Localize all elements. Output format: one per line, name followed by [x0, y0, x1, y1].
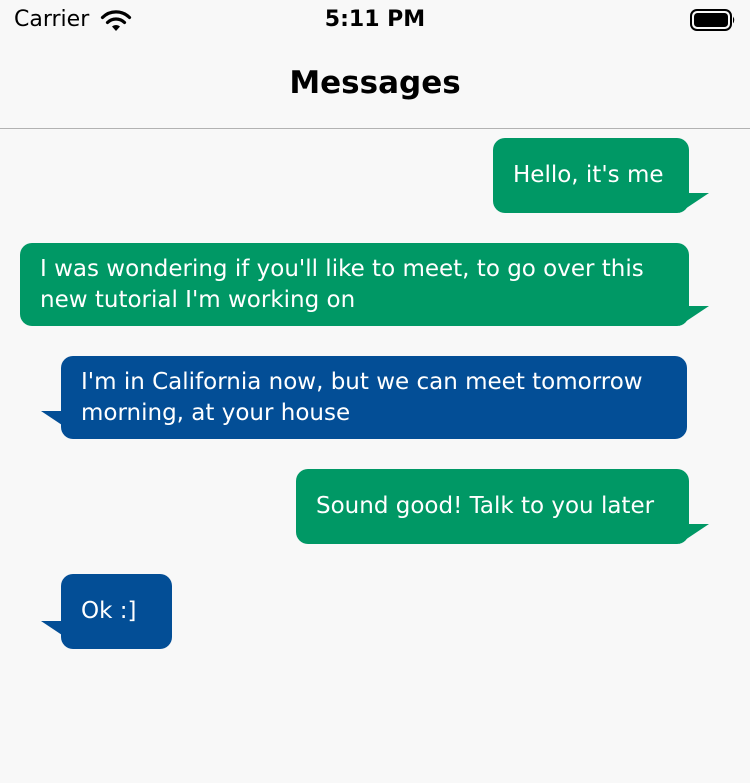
- message-list[interactable]: Hello, it's me I was wondering if you'll…: [0, 129, 750, 783]
- bubble-tail: [679, 524, 709, 544]
- message-bubble-outgoing[interactable]: I was wondering if you'll like to meet, …: [20, 243, 689, 326]
- message-row: Hello, it's me: [0, 138, 750, 213]
- message-row: I'm in California now, but we can meet t…: [0, 356, 750, 439]
- nav-bar: Messages: [0, 40, 750, 129]
- message-bubble-outgoing[interactable]: Hello, it's me: [493, 138, 689, 213]
- message-bubble-incoming[interactable]: Ok :]: [61, 574, 172, 649]
- clock: 5:11 PM: [324, 7, 426, 32]
- bubble-tail: [679, 306, 709, 326]
- status-bar: Carrier 5:11 PM: [0, 0, 750, 40]
- message-row: I was wondering if you'll like to meet, …: [0, 243, 750, 326]
- bubble-tail: [679, 193, 709, 213]
- message-row: Sound good! Talk to you later: [0, 469, 750, 544]
- page-title: Messages: [289, 65, 461, 101]
- message-bubble-incoming[interactable]: I'm in California now, but we can meet t…: [61, 356, 687, 439]
- message-row: Ok :]: [0, 574, 750, 649]
- battery-icon: [690, 9, 735, 31]
- message-text: I was wondering if you'll like to meet, …: [40, 255, 644, 313]
- message-text: I'm in California now, but we can meet t…: [81, 368, 643, 426]
- message-text: Ok :]: [81, 598, 137, 624]
- message-text: Sound good! Talk to you later: [316, 493, 655, 519]
- message-bubble-outgoing[interactable]: Sound good! Talk to you later: [296, 469, 689, 544]
- message-text: Hello, it's me: [513, 162, 664, 188]
